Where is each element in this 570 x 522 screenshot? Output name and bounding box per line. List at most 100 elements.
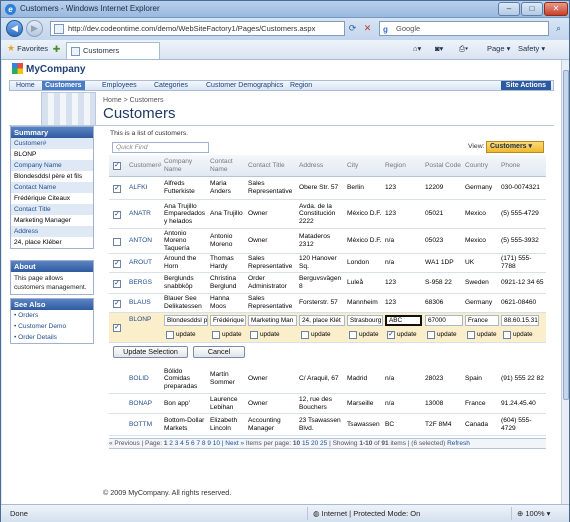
add-favorites-icon[interactable]: ✚ — [49, 42, 64, 57]
table-row[interactable]: ✓ ANATR Ana Trujillo Emparedados y helados… — [109, 200, 546, 229]
menu-customers[interactable]: Customers — [42, 81, 85, 90]
column-header[interactable]: City — [347, 155, 384, 176]
pager-page-link[interactable]: 1 — [164, 440, 168, 447]
breadcrumb[interactable]: Home > Customers — [103, 97, 164, 104]
menu-employees[interactable]: Employees — [102, 81, 137, 90]
checkbox[interactable] — [301, 330, 309, 339]
checkbox[interactable] — [467, 330, 475, 339]
cell-id[interactable]: BOLID — [129, 365, 163, 393]
forward-button[interactable]: ▶ — [26, 20, 43, 37]
column-header[interactable]: Country — [465, 155, 500, 176]
column-header[interactable]: Phone — [501, 155, 545, 176]
pager-page-link[interactable]: 8 — [202, 440, 206, 447]
page-size-link[interactable]: 25 — [320, 440, 327, 447]
column-header[interactable]: Contact Name — [210, 155, 247, 176]
pager-page-link[interactable]: 7 — [196, 440, 200, 447]
refresh-link[interactable]: Refresh — [447, 440, 470, 447]
pager-page-link[interactable]: 3 — [175, 440, 179, 447]
page-menu[interactable]: Page ▾ — [487, 44, 510, 53]
maximize-button[interactable]: □ — [521, 2, 543, 16]
edit-field[interactable]: 67000 — [425, 315, 463, 326]
cell-id[interactable]: BONAP — [129, 394, 163, 413]
edit-field[interactable]: France — [465, 315, 499, 326]
refresh-icon[interactable]: ⟳ — [345, 21, 360, 36]
checkbox[interactable] — [212, 330, 220, 339]
table-row[interactable]: ✓ BERGS Berglunds snabbköp Christina Berglu… — [109, 273, 546, 294]
checkbox[interactable] — [250, 330, 258, 339]
edit-row[interactable]: ✓ BLONPBlondesddsl père update Frédérique C… — [109, 313, 546, 343]
stop-icon[interactable]: ✕ — [360, 21, 375, 36]
update-checkbox[interactable]: update — [427, 330, 457, 339]
row-checkbox[interactable]: ✓ — [113, 280, 121, 288]
favorites-button[interactable]: ★ Favorites — [7, 43, 48, 54]
url-field[interactable]: http://dev.codeontime.com/demo/WebSiteFa… — [50, 21, 345, 36]
table-row[interactable]: ✓ BLAUS Blauer See Delikatessen Hanna Moos S… — [109, 294, 546, 313]
edit-field[interactable]: Blondesddsl père — [164, 315, 208, 326]
update-checkbox[interactable]: update — [166, 330, 196, 339]
cell-id[interactable]: BLONP — [129, 313, 163, 327]
menu-region[interactable]: Region — [290, 81, 312, 90]
edit-field[interactable]: Frédérique Cit — [210, 315, 246, 326]
update-checkbox[interactable]: update — [503, 330, 533, 339]
safety-menu[interactable]: Safety ▾ — [518, 44, 545, 53]
see-also-link-orders[interactable]: • Orders — [11, 310, 93, 321]
edit-field[interactable]: 24, place Klét — [299, 315, 345, 326]
row-checkbox[interactable]: ✓ — [113, 260, 121, 268]
browser-tab[interactable]: Customers — [66, 42, 160, 59]
site-logo[interactable]: MyCompany — [12, 63, 85, 75]
update-checkbox[interactable]: update — [212, 330, 242, 339]
update-checkbox[interactable]: update — [467, 330, 497, 339]
column-header[interactable]: Postal Code — [425, 155, 464, 176]
column-header[interactable]: Company Name — [164, 155, 209, 176]
checkbox[interactable] — [503, 330, 511, 339]
checkbox[interactable]: ✓ — [387, 330, 395, 339]
feeds-icon[interactable]: ◙▾ — [435, 44, 443, 53]
row-checkbox[interactable]: ✓ — [113, 300, 121, 308]
zone-info[interactable]: ◍ Internet | Protected Mode: On — [307, 507, 420, 520]
row-checkbox[interactable]: ✓ — [113, 185, 121, 193]
cell-id[interactable]: ANTON — [129, 229, 163, 253]
column-header[interactable]: Customer# — [129, 155, 163, 176]
edit-field[interactable]: 88.60.15.31 — [501, 315, 539, 326]
pager-page-link[interactable]: 9 — [207, 440, 211, 447]
page-size-link[interactable]: 15 — [302, 440, 309, 447]
column-header[interactable]: Region — [385, 155, 424, 176]
column-header[interactable]: Contact Title — [248, 155, 298, 176]
view-selector[interactable]: Customers ▾ — [486, 141, 544, 153]
menu-categories[interactable]: Categories — [154, 81, 188, 90]
zoom-control[interactable]: ⊕ 100% ▾ — [511, 507, 550, 520]
row-checkbox[interactable]: ✓ — [113, 211, 121, 219]
search-field[interactable]: g Google — [379, 21, 549, 36]
edit-field[interactable]: ABC — [385, 315, 422, 326]
checkbox[interactable] — [349, 330, 357, 339]
table-row[interactable]: BOLID Bólido Comidas preparadas Martín Som… — [109, 365, 546, 394]
table-row[interactable]: ✓ AROUT Around the Horn Thomas Hardy Sales R… — [109, 254, 546, 273]
pager-page-link[interactable]: 10 — [213, 440, 220, 447]
pager-next[interactable]: | Next » — [222, 440, 244, 447]
pager-page-link[interactable]: 5 — [186, 440, 190, 447]
update-checkbox[interactable]: update — [250, 330, 280, 339]
see-also-link-customer-demo[interactable]: • Customer Demo — [11, 321, 93, 332]
checkbox[interactable] — [427, 330, 435, 339]
edit-field[interactable]: Strasbourg — [347, 315, 383, 326]
home-icon[interactable]: ⌂▾ — [413, 44, 421, 53]
page-size-link[interactable]: 10 — [293, 440, 300, 447]
cancel-button[interactable]: Cancel — [193, 346, 245, 358]
cell-id[interactable]: BERGS — [129, 273, 163, 293]
search-icon[interactable]: ⌕ — [551, 21, 566, 36]
scrollbar-thumb[interactable] — [563, 70, 569, 400]
pager-page-link[interactable]: 6 — [191, 440, 195, 447]
table-row[interactable]: ANTON Antonio Moreno Taquería Antonio More… — [109, 229, 546, 254]
pager-previous[interactable]: « Previous — [109, 440, 140, 447]
table-row[interactable]: ✓ ALFKI Alfreds Futterkiste Maria Anders Sal… — [109, 177, 546, 200]
page-size-link[interactable]: 20 — [311, 440, 318, 447]
pager-page-link[interactable]: 2 — [169, 440, 173, 447]
cell-id[interactable]: BLAUS — [129, 294, 163, 312]
update-checkbox[interactable]: ✓ update — [387, 330, 417, 339]
cell-id[interactable]: ANATR — [129, 200, 163, 228]
menu-home[interactable]: Home — [16, 81, 35, 90]
vertical-scrollbar[interactable] — [561, 60, 569, 504]
see-also-link-order-details[interactable]: • Order Details — [11, 332, 93, 343]
pager-page-link[interactable]: 4 — [180, 440, 184, 447]
cell-id[interactable]: AROUT — [129, 254, 163, 272]
